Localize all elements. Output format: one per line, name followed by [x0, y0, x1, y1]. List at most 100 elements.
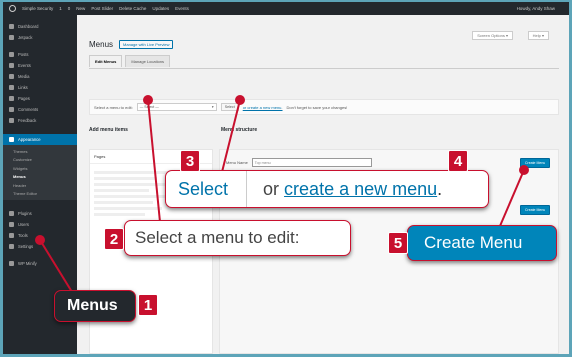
photo-frame: Simple Security 1 0 New Post Slider Dele…: [0, 0, 572, 357]
adminbar-site[interactable]: Simple Security: [22, 6, 53, 11]
create-menu-button-bottom[interactable]: Create Menu: [520, 205, 551, 215]
submenu-theme-editor[interactable]: Theme Editor: [3, 190, 77, 199]
callout-menus: Menus: [54, 290, 136, 322]
sidebar-item-label: Feedback: [18, 118, 37, 123]
sidebar-item-appearance[interactable]: Appearance: [3, 134, 77, 145]
callout-badge-4: 4: [448, 150, 468, 172]
menu-name-row: Menu Name Top menu: [226, 158, 372, 167]
menu-select-dropdown[interactable]: — Select — ▾: [136, 103, 217, 111]
adminbar-post-slider[interactable]: Post Slider: [91, 6, 113, 11]
sidebar-item-label: Appearance: [18, 137, 41, 142]
sidebar-item-media[interactable]: Media: [3, 71, 77, 82]
feedback-icon: [9, 118, 14, 123]
menu-structure-title: Menu structure: [221, 127, 258, 133]
adminbar-comments[interactable]: 0: [68, 6, 71, 11]
jetpack-icon: [9, 35, 14, 40]
sidebar-item-tools[interactable]: Tools: [3, 230, 77, 241]
callout-badge-5: 5: [388, 232, 408, 254]
select-menu-button[interactable]: Select: [220, 103, 239, 111]
sidebar-item-label: Posts: [18, 52, 29, 57]
sidebar-item-label: Plugins: [18, 211, 32, 216]
admin-bar: Simple Security 1 0 New Post Slider Dele…: [3, 2, 569, 15]
sidebar-item-events[interactable]: Events: [3, 60, 77, 71]
menu-name-label: Menu Name: [226, 160, 248, 165]
sidebar-item-users[interactable]: Users: [3, 219, 77, 230]
submenu-menus[interactable]: Menus: [3, 173, 77, 182]
sidebar-item-label: Links: [18, 85, 28, 90]
adminbar-delete-cache[interactable]: Delete Cache: [119, 6, 146, 11]
callout-badge-3: 3: [180, 150, 200, 172]
tab-edit-menus[interactable]: Edit Menus: [89, 55, 123, 67]
submenu-customize[interactable]: Customize: [3, 156, 77, 165]
menu-name-input[interactable]: Top menu: [251, 158, 372, 167]
tab-divider: [89, 68, 559, 69]
nav-tabs: Edit Menus Manage Locations: [89, 55, 171, 67]
user-icon: [9, 222, 14, 227]
sidebar-item-label: Comments: [18, 107, 39, 112]
callout-select-word: Select: [166, 171, 248, 207]
gear-icon: [9, 261, 14, 266]
sidebar-item-label: Settings: [18, 244, 34, 249]
page-title: Menus: [89, 40, 114, 49]
sidebar-item-comments[interactable]: Comments: [3, 104, 77, 115]
create-menu-button-top[interactable]: Create Menu: [520, 158, 551, 168]
submenu-widgets[interactable]: Widgets: [3, 164, 77, 173]
sidebar-item-posts[interactable]: Posts: [3, 49, 77, 60]
adminbar-howdy[interactable]: Howdy, Andy Shaw: [517, 6, 555, 11]
calendar-icon: [9, 63, 14, 68]
wordpress-logo-icon[interactable]: [9, 5, 16, 12]
sidebar-item-wp-minify[interactable]: WP Minify: [3, 258, 77, 269]
adminbar-updates-link[interactable]: Updates: [152, 6, 169, 11]
callout-badge-1: 1: [138, 294, 158, 316]
create-new-menu-link[interactable]: or create a new menu.: [243, 105, 283, 110]
help-button[interactable]: Help ▾: [527, 31, 549, 40]
appearance-submenu: Themes Customize Widgets Menus Header Th…: [3, 145, 77, 200]
callout-create-menu: Create Menu: [407, 225, 557, 261]
callout-period: .: [437, 178, 443, 199]
pin-icon: [9, 52, 14, 57]
adminbar-updates[interactable]: 1: [59, 6, 62, 11]
submenu-header[interactable]: Header: [3, 181, 77, 190]
add-menu-items-title: Add menu items: [89, 127, 128, 133]
sidebar-item-pages[interactable]: Pages: [3, 93, 77, 104]
brush-icon: [9, 137, 14, 142]
sidebar-item-settings[interactable]: Settings: [3, 241, 77, 252]
callout-badge-2: 2: [104, 228, 124, 250]
adminbar-events[interactable]: Events: [175, 6, 189, 11]
sidebar-item-label: Media: [18, 74, 30, 79]
wrench-icon: [9, 233, 14, 238]
sidebar-item-jetpack[interactable]: Jetpack: [3, 32, 77, 43]
dashboard-icon: [9, 24, 14, 29]
adminbar-new[interactable]: New: [76, 6, 85, 11]
link-icon: [9, 85, 14, 90]
sidebar-item-label: Tools: [18, 233, 28, 238]
page-header: Menus Manage with Live Preview: [89, 40, 174, 49]
chevron-down-icon: ▾: [211, 105, 214, 109]
sidebar-item-feedback[interactable]: Feedback: [3, 115, 77, 126]
sidebar-item-label: WP Minify: [18, 261, 37, 266]
submenu-themes[interactable]: Themes: [3, 147, 77, 156]
sidebar-item-label: Pages: [18, 96, 30, 101]
callout-or-text: or: [263, 178, 280, 199]
page-icon: [9, 96, 14, 101]
plugin-icon: [9, 211, 14, 216]
sidebar-item-label: Users: [18, 222, 29, 227]
manage-live-preview-button[interactable]: Manage with Live Preview: [119, 40, 174, 49]
callout-select-menu-to-edit: Select a menu to edit:: [124, 220, 351, 256]
save-reminder: Don't forget to save your changes!: [286, 104, 348, 110]
select-menu-row: Select a menu to edit: — Select — ▾ Selec…: [89, 99, 559, 115]
sidebar-item-links[interactable]: Links: [3, 82, 77, 93]
callout-select-bar: Select or create a new menu.: [165, 170, 489, 208]
sidebar-item-dashboard[interactable]: Dashboard: [3, 21, 77, 32]
screen-options-button[interactable]: Screen Options ▾: [472, 31, 513, 40]
tab-manage-locations[interactable]: Manage Locations: [125, 55, 171, 67]
comment-icon: [9, 107, 14, 112]
sidebar-item-label: Events: [18, 63, 31, 68]
select-menu-label: Select a menu to edit:: [94, 104, 133, 110]
settings-icon: [9, 244, 14, 249]
sidebar-item-label: Dashboard: [18, 24, 39, 29]
sidebar-item-plugins[interactable]: Plugins: [3, 208, 77, 219]
media-icon: [9, 74, 14, 79]
sidebar-item-label: Jetpack: [18, 35, 33, 40]
menu-select-value: — Select —: [139, 105, 159, 109]
